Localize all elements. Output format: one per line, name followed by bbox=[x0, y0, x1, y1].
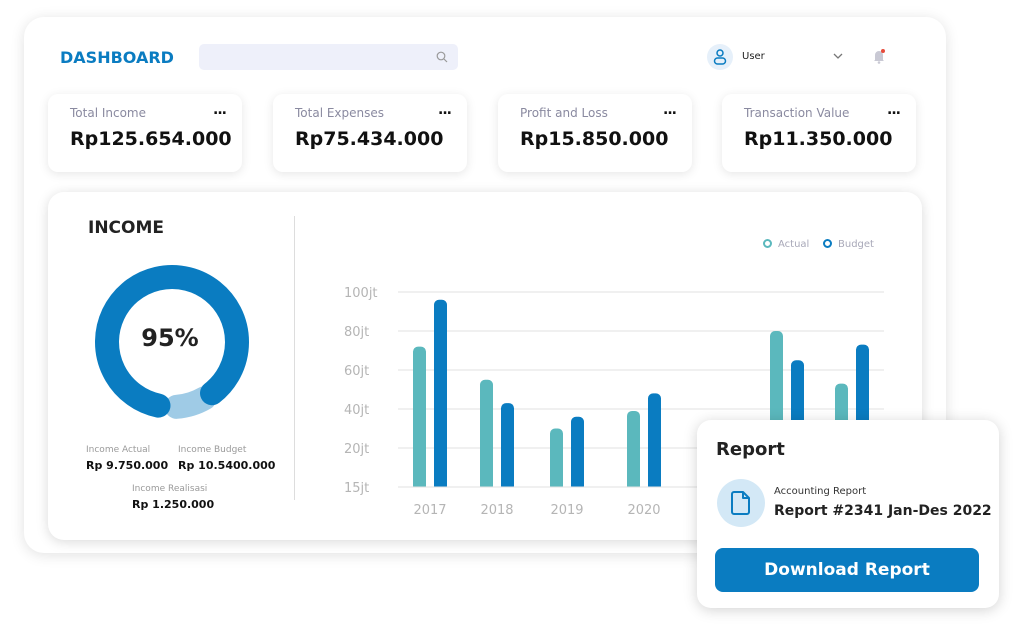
baseline-mask bbox=[624, 487, 664, 491]
bar-actual bbox=[480, 379, 493, 491]
bar-budget bbox=[501, 403, 514, 491]
baseline-mask bbox=[547, 487, 587, 491]
y-tick-label: 80jt bbox=[344, 325, 369, 340]
stat-card-value: Rp15.850.000 bbox=[520, 128, 669, 150]
stat-card: Total Income... Rp125.654.000 bbox=[48, 94, 242, 172]
baseline-mask bbox=[477, 487, 517, 491]
report-title: Report bbox=[716, 439, 785, 460]
bar-actual bbox=[550, 428, 563, 491]
report-icon-badge bbox=[717, 479, 765, 527]
bar-actual bbox=[627, 410, 640, 491]
search-icon bbox=[436, 51, 448, 63]
more-options-button[interactable]: ... bbox=[438, 102, 452, 118]
document-icon bbox=[731, 491, 750, 515]
stat-card-value: Rp125.654.000 bbox=[70, 128, 232, 150]
page-title: DASHBOARD bbox=[60, 48, 174, 67]
y-tick-label: 15jt bbox=[344, 481, 369, 496]
x-tick-label: 2017 bbox=[413, 503, 446, 518]
more-options-button[interactable]: ... bbox=[663, 102, 677, 118]
report-subtitle: Accounting Report bbox=[774, 486, 867, 497]
stat-card-value: Rp11.350.000 bbox=[744, 128, 893, 150]
stat-card-value: Rp75.434.000 bbox=[295, 128, 444, 150]
y-tick-label: 100jt bbox=[344, 286, 378, 301]
y-tick-label: 40jt bbox=[344, 403, 369, 418]
bar-budget bbox=[434, 299, 447, 491]
report-card: Report Accounting Report Report #2341 Ja… bbox=[697, 420, 999, 608]
stat-card-label: Transaction Value bbox=[744, 106, 850, 120]
bar-budget bbox=[648, 393, 661, 491]
stat-card: Transaction Value... Rp11.350.000 bbox=[722, 94, 916, 172]
y-tick-label: 60jt bbox=[344, 364, 369, 379]
bar-actual bbox=[413, 346, 426, 491]
stat-card-label: Profit and Loss bbox=[520, 106, 608, 120]
stat-card-label: Total Income bbox=[70, 106, 146, 120]
user-icon bbox=[713, 49, 727, 65]
x-tick-label: 2019 bbox=[550, 503, 583, 518]
stat-card: Total Expenses... Rp75.434.000 bbox=[273, 94, 467, 172]
bell-icon[interactable] bbox=[872, 48, 886, 64]
more-options-button[interactable]: ... bbox=[887, 102, 901, 118]
report-name: Report #2341 Jan-Des 2022 bbox=[774, 503, 992, 519]
y-tick-label: 20jt bbox=[344, 442, 369, 457]
more-options-button[interactable]: ... bbox=[213, 102, 227, 118]
baseline-mask bbox=[410, 487, 450, 491]
search-input[interactable] bbox=[199, 44, 458, 70]
x-tick-label: 2020 bbox=[627, 503, 660, 518]
stat-card: Profit and Loss... Rp15.850.000 bbox=[498, 94, 692, 172]
user-name[interactable]: User bbox=[742, 51, 765, 62]
download-report-button[interactable]: Download Report bbox=[715, 548, 979, 592]
avatar[interactable] bbox=[707, 44, 733, 70]
chevron-down-icon[interactable] bbox=[833, 52, 843, 60]
stat-card-label: Total Expenses bbox=[295, 106, 385, 120]
bar-budget bbox=[571, 416, 584, 491]
x-tick-label: 2018 bbox=[480, 503, 513, 518]
